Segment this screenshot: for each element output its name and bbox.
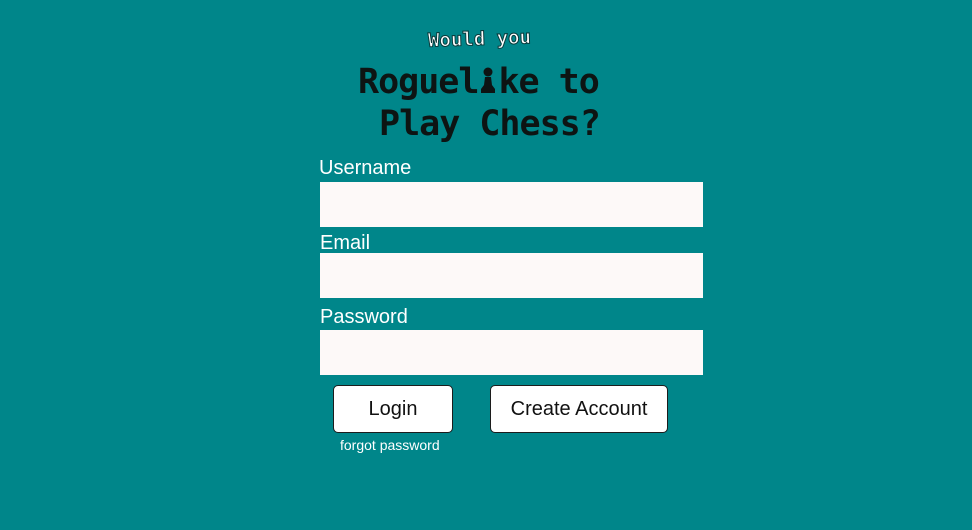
forgot-password-link[interactable]: forgot password: [340, 437, 440, 453]
create-account-button[interactable]: Create Account: [490, 385, 668, 433]
login-button[interactable]: Login: [333, 385, 453, 433]
logo-title-part-2: ke to: [498, 62, 599, 102]
username-label: Username: [319, 157, 412, 179]
logo-title-line-2: Play Chess?: [379, 104, 601, 144]
game-logo: Would you Roguel ke to Play Chess?: [0, 0, 972, 150]
email-input[interactable]: [320, 253, 703, 298]
logo-title-line-1: Roguel ke to: [358, 62, 600, 102]
chess-pawn-icon: [478, 65, 498, 95]
logo-tagline: Would you: [427, 26, 532, 53]
username-input[interactable]: [320, 182, 703, 227]
logo-title-part-1: Roguel: [358, 62, 479, 102]
password-label: Password: [320, 306, 408, 328]
password-input[interactable]: [320, 330, 703, 375]
email-label: Email: [320, 232, 371, 254]
